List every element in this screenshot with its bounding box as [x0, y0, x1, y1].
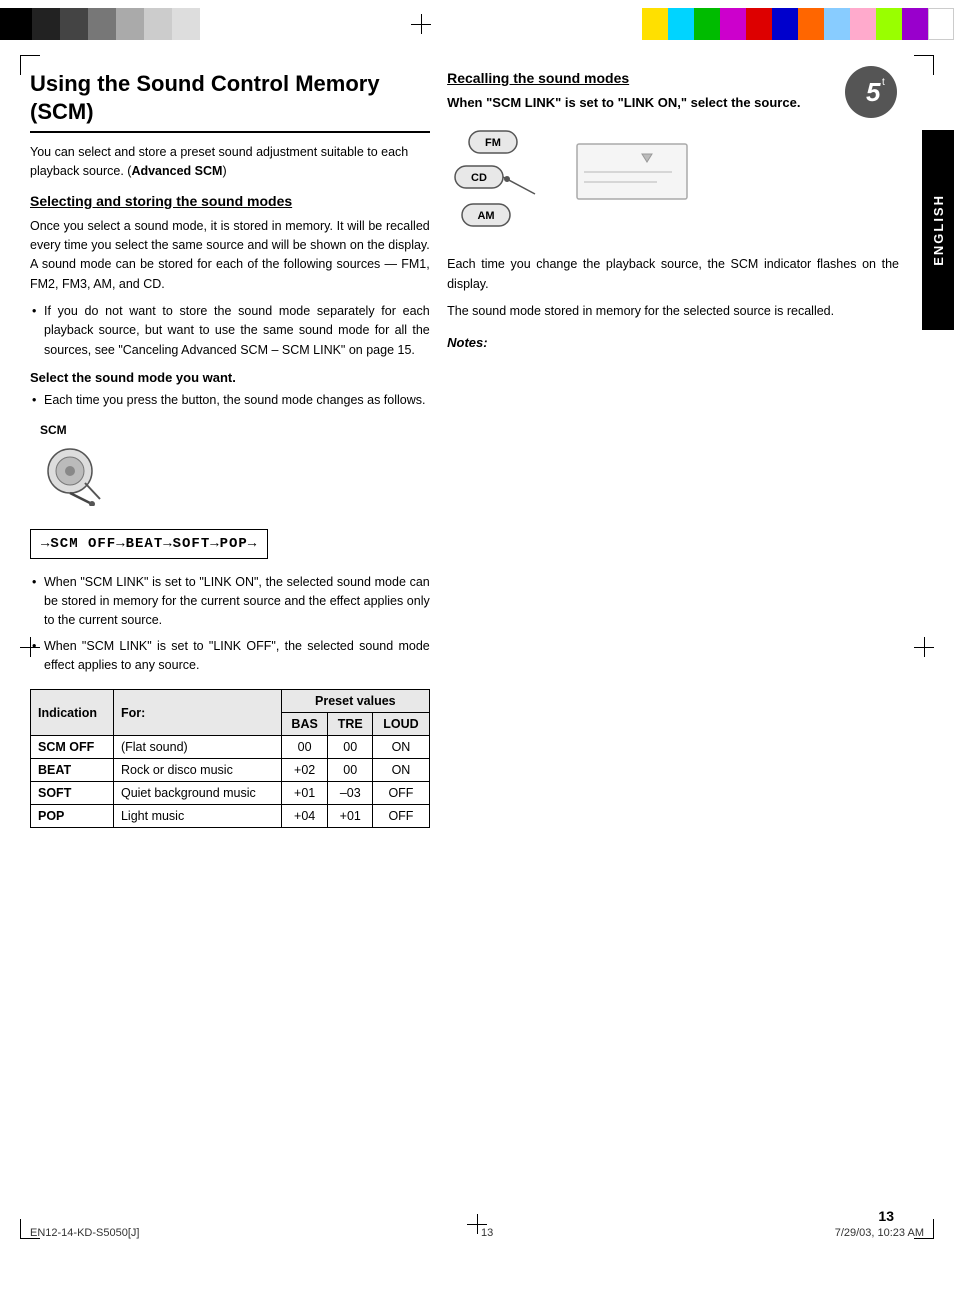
cell-soft-for: Quiet background music: [113, 782, 281, 805]
main-content: Using the Sound Control Memory (SCM) You…: [30, 70, 899, 1224]
col-for: For:: [113, 690, 281, 736]
color-bar-white: [928, 8, 954, 40]
intro-end: ): [222, 164, 226, 178]
bar-4: [88, 8, 116, 40]
footer-right: 7/29/03, 10:23 AM: [835, 1227, 924, 1239]
recall-para1: Each time you change the playback source…: [447, 255, 899, 294]
bar-3: [60, 8, 88, 40]
intro-bold: Advanced SCM: [131, 164, 222, 178]
top-bar: [0, 0, 954, 48]
cell-beat-tre: 00: [328, 759, 373, 782]
bar-7: [172, 8, 200, 40]
cell-beat-indication: BEAT: [31, 759, 114, 782]
color-bars: [642, 0, 954, 48]
bar-2: [32, 8, 60, 40]
color-bar-yellow: [642, 8, 668, 40]
main-title: Using the Sound Control Memory (SCM): [30, 70, 430, 133]
color-bar-magenta: [720, 8, 746, 40]
col-bas: BAS: [281, 713, 327, 736]
cell-scm-off-for: (Flat sound): [113, 736, 281, 759]
footer-center: 13: [481, 1227, 493, 1239]
corner-mark-tr: [914, 55, 934, 75]
bar-5: [116, 8, 144, 40]
bullet-2: Each time you press the button, the soun…: [30, 391, 430, 410]
svg-text:FM: FM: [485, 137, 501, 149]
table-row: BEAT Rock or disco music +02 00 ON: [31, 759, 430, 782]
cell-beat-for: Rock or disco music: [113, 759, 281, 782]
footer-left: EN12-14-KD-S5050[J]: [30, 1227, 139, 1239]
footer: EN12-14-KD-S5050[J] 13 7/29/03, 10:23 AM: [30, 1227, 924, 1239]
svg-text:AM: AM: [478, 210, 495, 222]
left-column: Using the Sound Control Memory (SCM) You…: [30, 70, 430, 828]
svg-text:CD: CD: [471, 172, 487, 184]
right-crosshair-icon: [914, 637, 934, 657]
grayscale-bars: [0, 0, 200, 48]
english-sidebar: ENGLISH: [922, 130, 954, 330]
source-buttons: FM CD AM: [447, 126, 542, 241]
bullet-3: When "SCM LINK" is set to "LINK ON", the…: [30, 573, 430, 631]
table-row: POP Light music +04 +01 OFF: [31, 805, 430, 828]
cell-soft-indication: SOFT: [31, 782, 114, 805]
color-bar-green: [694, 8, 720, 40]
color-bar-lightblue: [824, 8, 850, 40]
color-bar-orange: [798, 8, 824, 40]
cell-scm-off-bas: 00: [281, 736, 327, 759]
col-tre: TRE: [328, 713, 373, 736]
cell-pop-tre: +01: [328, 805, 373, 828]
scm-diagram: SCM: [30, 423, 430, 509]
intro-paragraph: You can select and store a preset sound …: [30, 143, 430, 181]
table-header-row: Indication For: Preset values: [31, 690, 430, 713]
color-bar-blue: [772, 8, 798, 40]
color-bar-purple: [902, 8, 928, 40]
table-body: SCM OFF (Flat sound) 00 00 ON BEAT Rock …: [31, 736, 430, 828]
cell-scm-off-indication: SCM OFF: [31, 736, 114, 759]
top-crosshair-icon: [411, 14, 431, 34]
preset-table: Indication For: Preset values BAS TRE LO…: [30, 689, 430, 828]
cell-pop-indication: POP: [31, 805, 114, 828]
bullet-1: If you do not want to store the sound mo…: [30, 302, 430, 360]
table-row: SOFT Quiet background music +01 –03 OFF: [31, 782, 430, 805]
col-loud: LOUD: [373, 713, 430, 736]
sub-section-title: Select the sound mode you want.: [30, 370, 430, 385]
col-preset-values: Preset values: [281, 690, 429, 713]
color-bar-pink: [850, 8, 876, 40]
cell-scm-off-tre: 00: [328, 736, 373, 759]
page-number: 13: [878, 1208, 894, 1224]
recall-para2: The sound mode stored in memory for the …: [447, 302, 899, 321]
cell-soft-loud: OFF: [373, 782, 430, 805]
source-buttons-svg: FM CD AM: [447, 126, 542, 241]
scm-flow: →SCM OFF→BEAT→SOFT→POP→: [30, 529, 268, 559]
source-diagram: FM CD AM: [447, 126, 899, 241]
right-column: Recalling the sound modes When "SCM LINK…: [447, 70, 899, 350]
top-crosshair-area: [200, 14, 642, 34]
bullet-4: When "SCM LINK" is set to "LINK OFF", th…: [30, 637, 430, 676]
col-indication: Indication: [31, 690, 114, 736]
recall-subtitle: When "SCM LINK" is set to "LINK ON," sel…: [447, 94, 899, 112]
recalling-section-title: Recalling the sound modes: [447, 70, 899, 86]
scm-button-illustration: [40, 441, 110, 506]
cell-beat-bas: +02: [281, 759, 327, 782]
display-area: [572, 134, 692, 217]
body-para1: Once you select a sound mode, it is stor…: [30, 217, 430, 295]
color-bar-lime: [876, 8, 902, 40]
table-row: SCM OFF (Flat sound) 00 00 ON: [31, 736, 430, 759]
scm-label: SCM: [40, 423, 430, 437]
cell-pop-for: Light music: [113, 805, 281, 828]
english-label: ENGLISH: [931, 194, 946, 266]
cell-scm-off-loud: ON: [373, 736, 430, 759]
bar-1: [0, 8, 32, 40]
color-bar-cyan: [668, 8, 694, 40]
cell-soft-bas: +01: [281, 782, 327, 805]
bar-6: [144, 8, 172, 40]
cell-pop-loud: OFF: [373, 805, 430, 828]
cell-soft-tre: –03: [328, 782, 373, 805]
notes-label: Notes:: [447, 335, 899, 350]
selecting-section-title: Selecting and storing the sound modes: [30, 193, 430, 209]
cell-beat-loud: ON: [373, 759, 430, 782]
color-bar-red: [746, 8, 772, 40]
display-svg: [572, 134, 692, 214]
cell-pop-bas: +04: [281, 805, 327, 828]
